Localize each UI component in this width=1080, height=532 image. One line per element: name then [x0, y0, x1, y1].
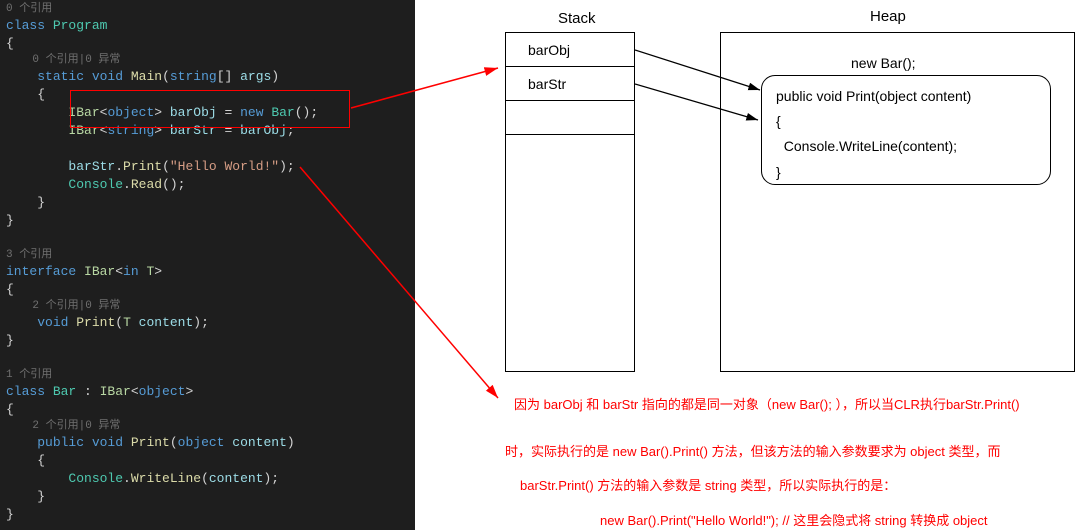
heap-label: Heap — [870, 8, 906, 25]
ref-count: 1 个引用 — [6, 369, 52, 381]
method-close: } — [776, 160, 1036, 185]
ref-count: 2 个引用|0 异常 — [32, 420, 120, 432]
heap-method-box: public void Print(object content) { Cons… — [761, 75, 1051, 185]
stack-box: barObj barStr — [505, 32, 635, 372]
highlight-box — [70, 90, 350, 128]
method-main: Main — [131, 69, 162, 84]
interface-ibar: IBar — [84, 264, 115, 279]
brace: { — [6, 36, 14, 51]
method-open: { — [776, 109, 1036, 134]
kw-static-void: static void — [37, 69, 131, 84]
class-program: Program — [53, 18, 108, 33]
explain-line-3: barStr.Print() 方法的输入参数是 string 类型，所以实际执行… — [520, 477, 1080, 495]
stack-cell-empty — [506, 101, 634, 135]
stack-cell-barstr: barStr — [506, 67, 634, 101]
explain-line-1: 因为 barObj 和 barStr 指向的都是同一对象（new Bar(); … — [514, 396, 1074, 414]
method-body: Console.WriteLine(content); — [776, 134, 1036, 159]
stack-label: Stack — [558, 10, 596, 27]
ref-count: 0 个引用 — [6, 3, 52, 15]
method-sig: public void Print(object content) — [776, 84, 1036, 109]
class-bar: Bar — [53, 384, 76, 399]
heap-newbar-label: new Bar(); — [851, 55, 916, 71]
kw-class: class — [6, 18, 53, 33]
explain-line-4: new Bar().Print("Hello World!"); // 这里会隐… — [600, 512, 1070, 530]
explain-line-2: 时，实际执行的是 new Bar().Print() 方法，但该方法的输入参数要… — [505, 443, 1065, 461]
ref-count: 2 个引用|0 异常 — [32, 300, 120, 312]
stack-cell-barobj: barObj — [506, 33, 634, 67]
heap-box: new Bar(); public void Print(object cont… — [720, 32, 1075, 372]
ref-count: 3 个引用 — [6, 249, 52, 261]
ref-count: 0 个引用|0 异常 — [32, 54, 120, 66]
code-editor: 0 个引用 class Program { 0 个引用|0 异常 static … — [0, 0, 415, 530]
